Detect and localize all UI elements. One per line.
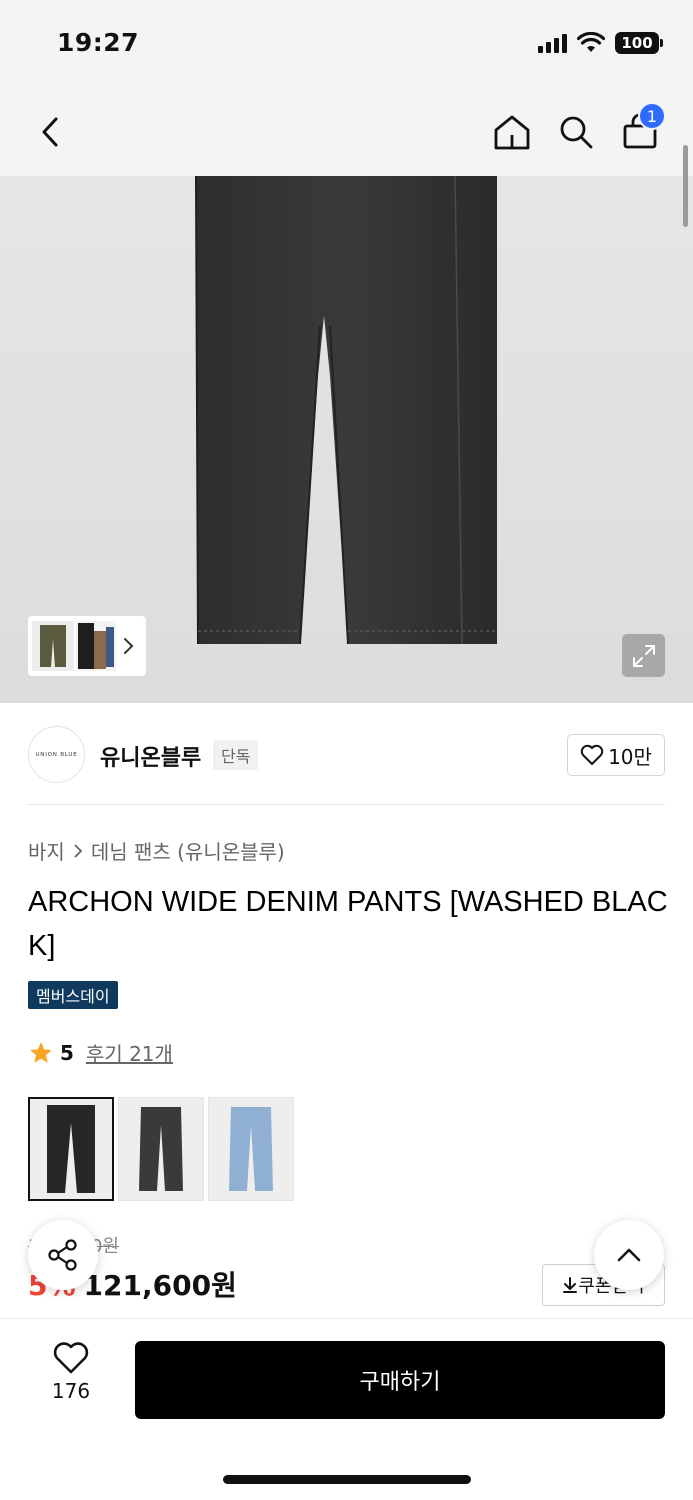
home-button[interactable] — [486, 106, 538, 158]
expand-icon — [632, 644, 655, 667]
brand-like-count: 10만 — [608, 744, 652, 769]
heart-icon — [53, 1342, 89, 1374]
color-options — [28, 1097, 294, 1201]
brand-logo[interactable]: UNION BLUE — [28, 726, 85, 783]
scrollbar — [683, 145, 688, 227]
home-indicator — [223, 1475, 471, 1484]
signal-icon — [538, 33, 567, 53]
heart-icon — [580, 744, 604, 765]
thumbnail-olive-pants — [32, 621, 74, 671]
chevron-right-icon — [74, 843, 83, 858]
back-button[interactable] — [24, 106, 76, 158]
chevron-left-icon — [42, 117, 58, 147]
thumbnail-strip[interactable] — [28, 616, 146, 676]
breadcrumb-category[interactable]: 바지 — [28, 836, 65, 865]
status-time: 19:27 — [57, 28, 140, 57]
star-icon — [30, 1041, 52, 1063]
wifi-icon — [577, 32, 605, 52]
share-icon — [48, 1239, 77, 1271]
chevron-up-icon — [617, 1248, 641, 1262]
product-title: ARCHON WIDE DENIM PANTS [WASHED BLACK] — [28, 886, 668, 962]
rating-score: 5 — [60, 1040, 74, 1065]
thumbnail-next[interactable] — [122, 637, 134, 655]
light-blue-pants-image — [229, 1107, 273, 1191]
rating-row: 5 후기 21개 — [28, 1038, 173, 1067]
breadcrumb: 바지 데님 팬츠 (유니온블루) — [28, 836, 285, 865]
expand-image-button[interactable] — [622, 634, 665, 677]
divider — [28, 804, 665, 805]
cart-button[interactable]: 1 — [614, 102, 666, 158]
search-button[interactable] — [550, 106, 602, 158]
sale-price: 121,600원 — [83, 1269, 237, 1302]
home-icon — [494, 115, 530, 150]
breadcrumb-subcategory[interactable]: 데님 팬츠 (유니온블루) — [91, 836, 285, 865]
battery-icon: 100 — [615, 32, 663, 54]
brand-row: UNION BLUE 유니온블루 단독 10만 — [28, 726, 665, 784]
member-day-badge: 멤버스데이 — [28, 981, 118, 1009]
bottom-bar: 176 구매하기 — [0, 1318, 693, 1500]
chevron-right-icon — [124, 638, 134, 654]
brand-name[interactable]: 유니온블루 — [100, 740, 201, 772]
washed-black-pants-image — [47, 1105, 95, 1193]
scroll-top-button[interactable] — [594, 1220, 664, 1290]
exclusive-tag: 단독 — [213, 740, 259, 770]
search-icon — [560, 116, 593, 149]
black-wash-pants-image — [139, 1107, 183, 1191]
color-option-washed-black[interactable] — [28, 1097, 114, 1201]
wishlist-button[interactable]: 176 — [30, 1341, 112, 1425]
status-icons: 100 — [538, 32, 663, 54]
buy-button[interactable]: 구매하기 — [135, 1341, 665, 1419]
review-link[interactable]: 후기 21개 — [86, 1038, 173, 1067]
color-option-black-wash[interactable] — [118, 1097, 204, 1201]
wishlist-count: 176 — [51, 1379, 91, 1403]
share-button[interactable] — [28, 1220, 98, 1290]
thumbnail-model — [76, 621, 116, 671]
color-option-light-blue[interactable] — [208, 1097, 294, 1201]
nav-bar: 1 — [0, 88, 693, 176]
brand-like-button[interactable]: 10만 — [567, 734, 665, 776]
status-bar: 19:27 100 — [0, 0, 693, 88]
download-icon — [563, 1277, 578, 1293]
cart-count-badge: 1 — [638, 102, 666, 130]
product-image[interactable] — [0, 176, 693, 703]
